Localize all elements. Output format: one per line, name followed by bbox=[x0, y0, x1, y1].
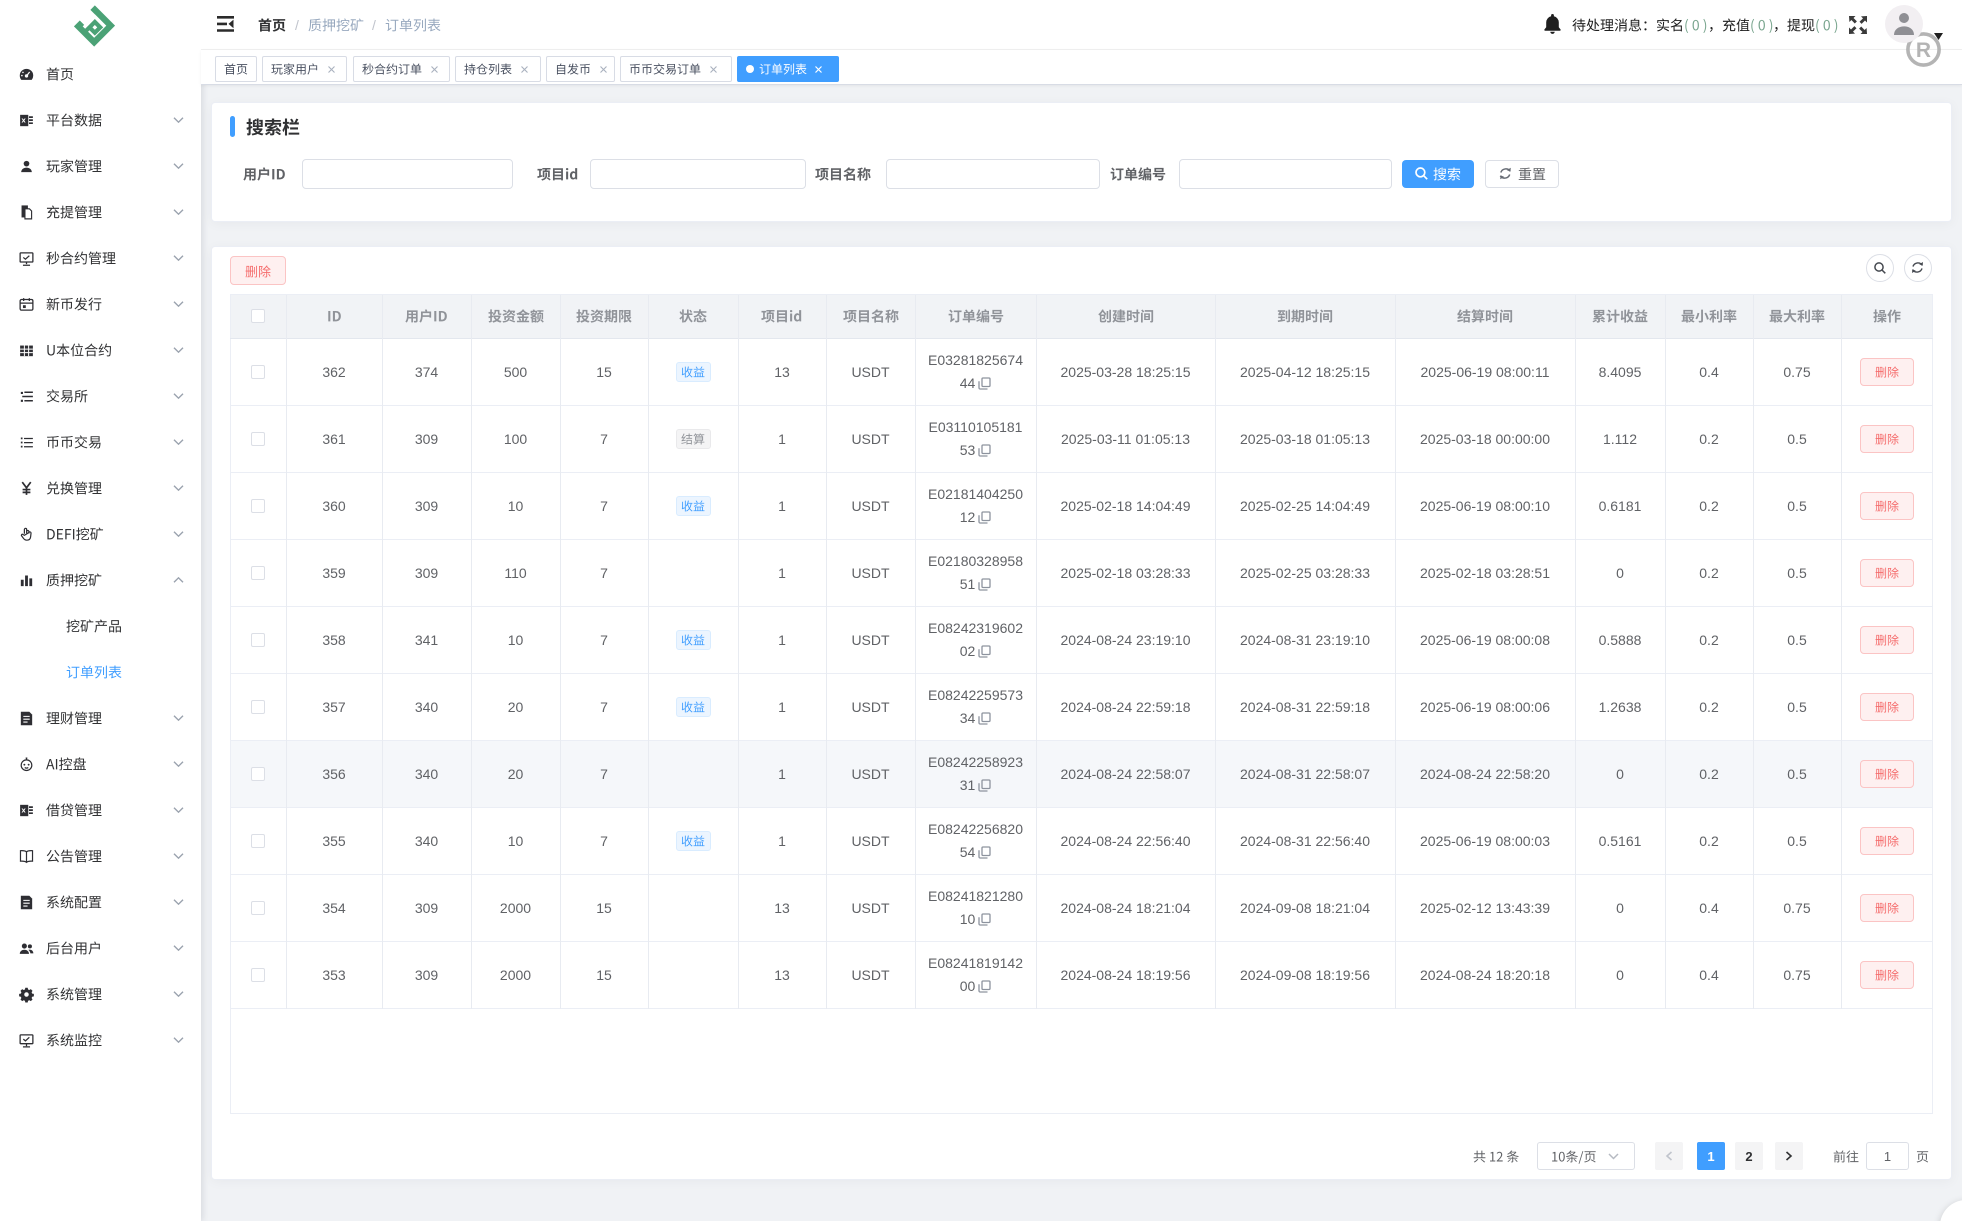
svg-text:R: R bbox=[1916, 39, 1931, 62]
